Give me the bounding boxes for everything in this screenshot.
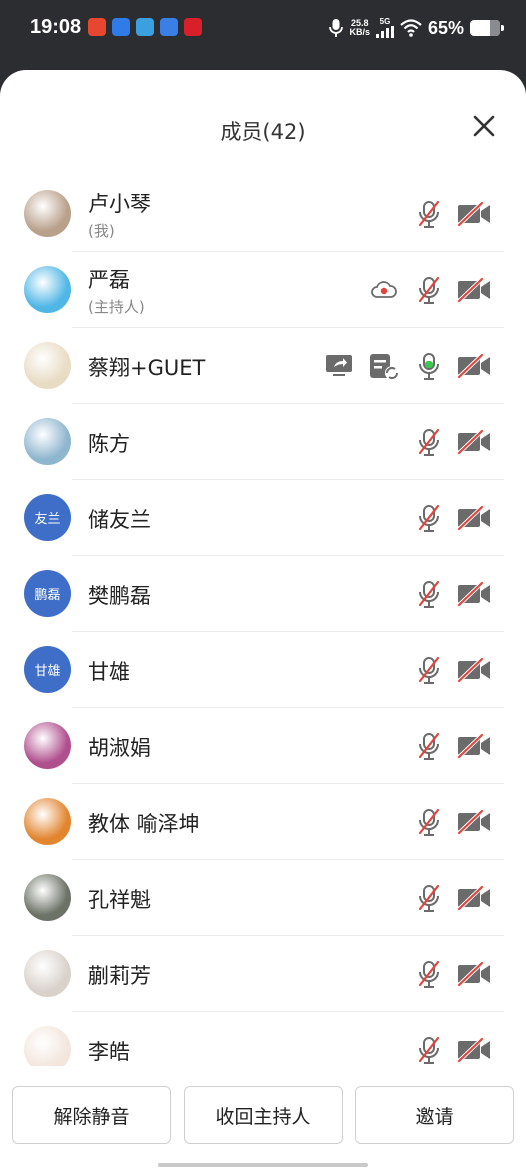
camera-off-icon[interactable] xyxy=(456,656,492,684)
avatar xyxy=(24,266,71,313)
microphone-status-icon xyxy=(329,19,344,37)
wifi-icon xyxy=(400,19,422,37)
camera-off-icon[interactable] xyxy=(456,960,492,988)
bottom-action-bar: 解除静音 收回主持人 邀请 xyxy=(0,1086,526,1144)
member-row[interactable]: 友兰 储友兰 xyxy=(0,480,526,556)
cloud-record-icon xyxy=(370,280,398,304)
member-name: 卢小琴 xyxy=(88,192,151,216)
status-indicators: 25.8 KB/s 5G 65% xyxy=(329,14,504,42)
microphone-icon[interactable] xyxy=(416,351,442,381)
avatar: 友兰 xyxy=(24,494,71,541)
member-name: 蔡翔+GUET xyxy=(88,356,206,380)
avatar xyxy=(24,418,71,465)
camera-off-icon[interactable] xyxy=(456,504,492,532)
microphone-muted-icon[interactable] xyxy=(416,807,442,837)
member-row[interactable]: 教体 喻泽坤 xyxy=(0,784,526,860)
microphone-muted-icon[interactable] xyxy=(416,503,442,533)
avatar xyxy=(24,190,71,237)
camera-off-icon[interactable] xyxy=(456,200,492,228)
microphone-muted-icon[interactable] xyxy=(416,883,442,913)
member-row[interactable]: 鹏磊 樊鹏磊 xyxy=(0,556,526,632)
microphone-muted-icon[interactable] xyxy=(416,275,442,305)
avatar xyxy=(24,950,71,997)
cellular-signal: 5G xyxy=(375,17,394,38)
member-name: 蒯莉芳 xyxy=(88,964,151,988)
microphone-muted-icon[interactable] xyxy=(416,199,442,229)
camera-off-icon[interactable] xyxy=(456,276,492,304)
member-name: 陈方 xyxy=(88,432,130,456)
member-role: (我) xyxy=(88,222,115,240)
member-name: 樊鹏磊 xyxy=(88,584,151,608)
status-time: 19:08 xyxy=(30,16,82,38)
member-row[interactable]: 蒯莉芳 xyxy=(0,936,526,1012)
member-name: 孔祥魁 xyxy=(88,888,151,912)
microphone-muted-icon[interactable] xyxy=(416,1035,442,1065)
microphone-muted-icon[interactable] xyxy=(416,959,442,989)
member-row[interactable]: 严磊 (主持人) xyxy=(0,252,526,328)
camera-off-icon[interactable] xyxy=(456,884,492,912)
notification-app-icon xyxy=(112,18,130,36)
document-icon xyxy=(368,352,400,386)
status-bar: 19:08 25.8 KB/s 5G 65% xyxy=(0,0,526,56)
home-indicator[interactable] xyxy=(158,1163,368,1167)
reclaim-host-button[interactable]: 收回主持人 xyxy=(183,1086,343,1144)
camera-off-icon[interactable] xyxy=(456,352,492,380)
microphone-muted-icon[interactable] xyxy=(416,579,442,609)
camera-off-icon[interactable] xyxy=(456,808,492,836)
camera-off-icon[interactable] xyxy=(456,580,492,608)
avatar: 鹏磊 xyxy=(24,570,71,617)
member-name: 甘雄 xyxy=(88,660,130,684)
member-row[interactable]: 卢小琴 (我) xyxy=(0,176,526,252)
notification-app-icon xyxy=(136,18,154,36)
member-role: (主持人) xyxy=(88,298,145,316)
avatar xyxy=(24,874,71,921)
members-sheet: 成员(42) 卢小琴 (我) 严磊 (主持人) 蔡翔+GUET 陈方 友兰 储友… xyxy=(0,70,526,1169)
avatar xyxy=(24,798,71,845)
avatar xyxy=(24,722,71,769)
unmute-all-button[interactable]: 解除静音 xyxy=(12,1086,171,1144)
member-name: 严磊 xyxy=(88,268,130,292)
network-speed: 25.8 KB/s xyxy=(349,19,370,37)
member-row[interactable]: 李皓 xyxy=(0,1012,526,1066)
member-row[interactable]: 胡淑娟 xyxy=(0,708,526,784)
avatar: 甘雄 xyxy=(24,646,71,693)
battery-percent: 65% xyxy=(427,17,464,38)
member-row[interactable]: 蔡翔+GUET xyxy=(0,328,526,404)
notification-app-icon xyxy=(88,18,106,36)
microphone-muted-icon[interactable] xyxy=(416,427,442,457)
screen-share-icon xyxy=(324,352,354,382)
camera-off-icon[interactable] xyxy=(456,1036,492,1064)
member-row[interactable]: 陈方 xyxy=(0,404,526,480)
member-row[interactable]: 孔祥魁 xyxy=(0,860,526,936)
member-name: 胡淑娟 xyxy=(88,736,151,760)
signal-bars-icon xyxy=(375,26,394,38)
member-name: 教体 喻泽坤 xyxy=(88,812,200,836)
camera-off-icon[interactable] xyxy=(456,428,492,456)
member-list[interactable]: 卢小琴 (我) 严磊 (主持人) 蔡翔+GUET 陈方 友兰 储友兰 鹏磊 樊鹏… xyxy=(0,176,526,1066)
microphone-muted-icon[interactable] xyxy=(416,731,442,761)
network-type: 5G xyxy=(379,17,391,26)
battery-icon xyxy=(470,20,504,36)
member-name: 储友兰 xyxy=(88,508,151,532)
avatar xyxy=(24,1026,71,1066)
notification-app-icon xyxy=(184,18,202,36)
microphone-muted-icon[interactable] xyxy=(416,655,442,685)
camera-off-icon[interactable] xyxy=(456,732,492,760)
sheet-title: 成员(42) xyxy=(220,120,306,144)
notification-app-icons xyxy=(88,18,202,36)
avatar xyxy=(24,342,71,389)
invite-button[interactable]: 邀请 xyxy=(355,1086,514,1144)
close-icon[interactable] xyxy=(470,112,498,140)
member-row[interactable]: 甘雄 甘雄 xyxy=(0,632,526,708)
notification-app-icon xyxy=(160,18,178,36)
network-speed-unit: KB/s xyxy=(349,27,370,37)
member-name: 李皓 xyxy=(88,1040,130,1064)
